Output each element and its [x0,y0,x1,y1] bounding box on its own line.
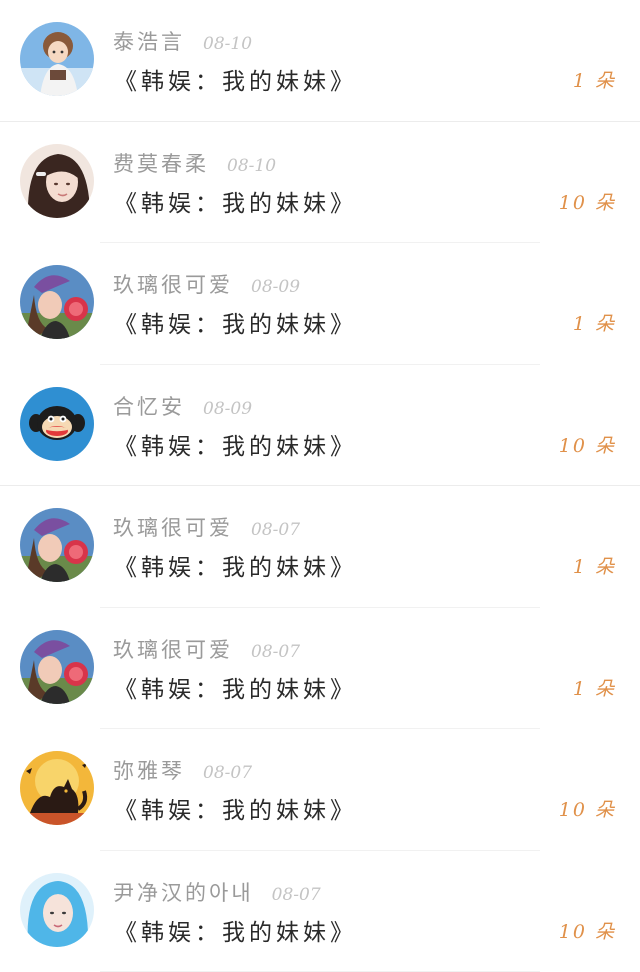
username[interactable]: 合忆安 [113,391,185,421]
timestamp: 08-07 [271,884,321,905]
avatar[interactable] [20,22,94,96]
flower-count: 10 朵 [558,799,616,821]
flower-count: 10 朵 [558,920,616,943]
username[interactable]: 弥雅琴 [113,755,185,785]
flower-count: 10 朵 [558,191,616,214]
username[interactable]: 泰浩言 [113,26,185,56]
gift-record-list: 泰浩言 08-10 《韩娱：我的妹妹》 1 朵 费莫春柔 08-10 《韩娱：我… [0,0,640,972]
book-title[interactable]: 《韩娱：我的妹妹》 [114,427,357,461]
book-title[interactable]: 《韩娱：我的妹妹》 [114,62,357,96]
avatar[interactable] [20,751,94,825]
timestamp: 08-07 [251,520,301,540]
girl-hat-avatar-icon [20,629,94,704]
list-item[interactable]: 合忆安 08-09 《韩娱：我的妹妹》 10 朵 [0,365,640,486]
list-item[interactable]: 玖璃很可爱 08-07 《韩娱：我的妹妹》 1 朵 [0,608,640,729]
timestamp: 08-09 [203,398,253,419]
avatar[interactable] [20,872,94,947]
flower-count: 1 朵 [572,677,616,700]
avatar[interactable] [20,265,94,339]
flower-count: 1 朵 [572,556,616,578]
list-item[interactable]: 泰浩言 08-10 《韩娱：我的妹妹》 1 朵 [0,0,640,122]
girl-hat-avatar-icon [20,508,94,582]
book-title[interactable]: 《韩娱：我的妹妹》 [114,670,357,704]
username[interactable]: 玖璃很可爱 [113,512,233,542]
flower-count: 10 朵 [558,434,616,457]
avatar[interactable] [20,143,94,218]
timestamp: 08-10 [203,34,253,54]
flower-count: 1 朵 [572,70,616,92]
girl-portrait-avatar-icon [20,143,94,218]
avatar[interactable] [20,386,94,461]
anime-boy-avatar-icon [20,22,94,96]
list-item[interactable]: 弥雅琴 08-07 《韩娱：我的妹妹》 10 朵 [0,729,640,851]
book-title[interactable]: 《韩娱：我的妹妹》 [114,305,357,339]
timestamp: 08-07 [251,641,301,662]
timestamp: 08-07 [203,763,253,783]
blue-hair-girl-avatar-icon [20,872,94,947]
list-item[interactable]: 玖璃很可爱 08-09 《韩娱：我的妹妹》 1 朵 [0,243,640,365]
timestamp: 08-10 [227,155,277,176]
book-title[interactable]: 《韩娱：我的妹妹》 [114,791,357,825]
black-cat-avatar-icon [20,751,94,825]
username[interactable]: 费莫春柔 [113,148,209,178]
avatar[interactable] [20,629,94,704]
list-item[interactable]: 尹净汉的아내 08-07 《韩娱：我的妹妹》 10 朵 [0,851,640,972]
monkey-avatar-icon [20,386,94,461]
book-title[interactable]: 《韩娱：我的妹妹》 [114,548,357,582]
username[interactable]: 尹净汉的아내 [113,877,254,907]
book-title[interactable]: 《韩娱：我的妹妹》 [114,913,357,947]
flower-count: 1 朵 [572,313,616,335]
username[interactable]: 玖璃很可爱 [113,269,233,299]
avatar[interactable] [20,508,94,582]
username[interactable]: 玖璃很可爱 [113,634,233,664]
book-title[interactable]: 《韩娱：我的妹妹》 [114,184,357,218]
list-item[interactable]: 费莫春柔 08-10 《韩娱：我的妹妹》 10 朵 [0,122,640,243]
list-item[interactable]: 玖璃很可爱 08-07 《韩娱：我的妹妹》 1 朵 [0,486,640,608]
timestamp: 08-09 [251,277,301,297]
girl-hat-avatar-icon [20,265,94,339]
